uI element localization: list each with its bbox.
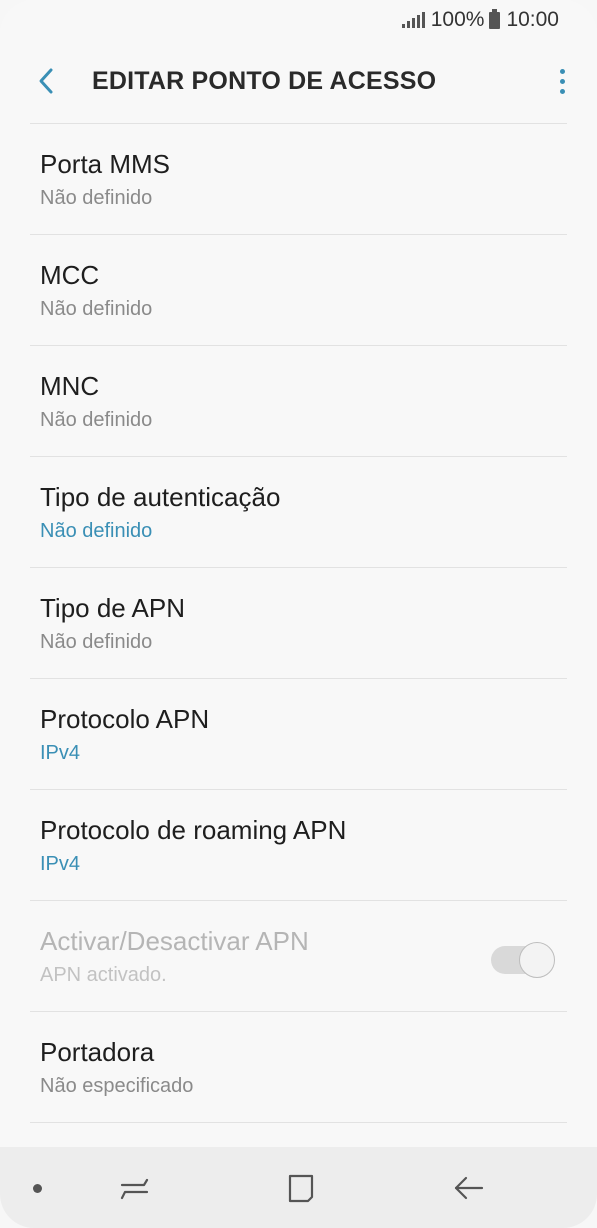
home-button[interactable] xyxy=(276,1165,326,1211)
signal-icon xyxy=(401,12,425,28)
setting-label: Porta MMS xyxy=(40,149,171,179)
more-vertical-icon xyxy=(559,68,565,74)
setting-label: MNC xyxy=(40,371,100,401)
chevron-left-icon xyxy=(39,68,53,94)
back-arrow-icon xyxy=(454,1176,484,1200)
setting-value: Não definido xyxy=(40,298,153,320)
apn-toggle-switch xyxy=(491,942,555,978)
setting-auth-type[interactable]: Tipo de autenticação Não definido xyxy=(30,457,567,568)
page-title: EDITAR PONTO DE ACESSO xyxy=(92,66,437,95)
setting-value: Não definido xyxy=(40,520,153,542)
battery-percentage: 100% xyxy=(430,8,485,31)
nav-indicator-dot xyxy=(33,1184,42,1193)
screen: 100% 10:00 EDITAR PONTO DE ACESSO Porta … xyxy=(0,0,597,1228)
more-options-button[interactable] xyxy=(527,40,597,122)
setting-label: MCC xyxy=(40,260,100,290)
setting-value: IPv4 xyxy=(40,742,81,764)
setting-mms-port[interactable]: Porta MMS Não definido xyxy=(30,124,567,235)
setting-label: Protocolo APN xyxy=(40,704,210,734)
battery-icon xyxy=(489,8,501,29)
recents-icon xyxy=(120,1178,149,1200)
setting-bearer[interactable]: Portadora Não especificado xyxy=(30,1012,567,1123)
setting-label: Activar/Desactivar APN xyxy=(40,926,309,956)
setting-value: Não definido xyxy=(40,631,153,653)
setting-value: Não definido xyxy=(40,409,153,431)
setting-value: Não especificado xyxy=(40,1075,194,1097)
setting-mnc[interactable]: MNC Não definido xyxy=(30,346,567,457)
setting-apn-protocol[interactable]: Protocolo APN IPv4 xyxy=(30,679,567,790)
setting-label: Tipo de APN xyxy=(40,593,186,623)
clock: 10:00 xyxy=(506,8,559,31)
back-button[interactable] xyxy=(0,40,92,122)
setting-value: APN activado. xyxy=(40,964,167,986)
settings-list: Porta MMS Não definido MCC Não definido … xyxy=(0,124,597,1123)
setting-label: Protocolo de roaming APN xyxy=(40,815,347,845)
setting-label: Portadora xyxy=(40,1037,155,1067)
recents-button[interactable] xyxy=(110,1165,160,1211)
back-nav-button[interactable] xyxy=(444,1165,494,1211)
setting-apn-enable: Activar/Desactivar APN APN activado. xyxy=(30,901,567,1012)
status-bar: 100% 10:00 xyxy=(0,0,597,40)
app-bar: EDITAR PONTO DE ACESSO xyxy=(0,40,597,122)
setting-apn-type[interactable]: Tipo de APN Não definido xyxy=(30,568,567,679)
toggle-knob xyxy=(519,942,555,978)
setting-mcc[interactable]: MCC Não definido xyxy=(30,235,567,346)
setting-apn-roaming-protocol[interactable]: Protocolo de roaming APN IPv4 xyxy=(30,790,567,901)
setting-value: Não definido xyxy=(40,187,153,209)
navigation-bar xyxy=(0,1147,597,1228)
setting-value: IPv4 xyxy=(40,853,81,875)
home-icon xyxy=(288,1174,314,1203)
setting-label: Tipo de autenticação xyxy=(40,482,281,512)
